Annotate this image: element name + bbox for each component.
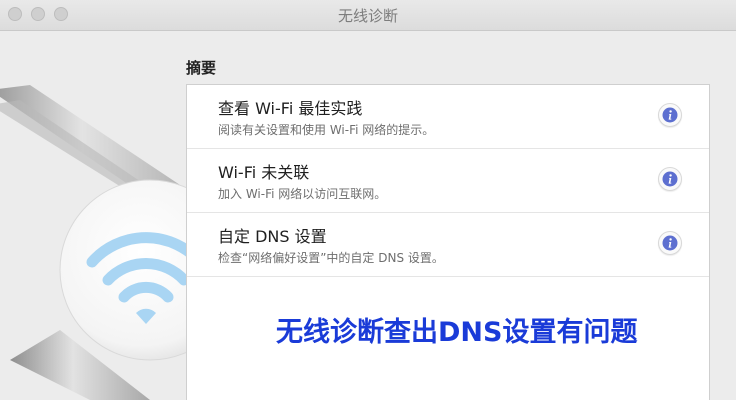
summary-heading: 摘要	[186, 59, 217, 77]
wireless-diagnostics-window: 无线诊断 摘要 查看 Wi-Fi 最佳实践 阅读有关设置和使用 Wi-Fi 网络…	[0, 0, 736, 400]
info-icon	[662, 171, 678, 187]
title-bar: 无线诊断	[0, 0, 736, 31]
wireless-diagnostics-illustration	[0, 30, 241, 400]
info-button[interactable]	[658, 103, 682, 127]
caption-overlay: 无线诊断查出DNS设置有问题	[276, 317, 638, 348]
list-item-description: 阅读有关设置和使用 Wi-Fi 网络的提示。	[218, 123, 435, 137]
window-title: 无线诊断	[337, 7, 398, 25]
info-button[interactable]	[658, 231, 682, 255]
info-icon	[662, 235, 678, 251]
list-item-title: 自定 DNS 设置	[218, 227, 327, 246]
list-item-wifi-best-practices[interactable]: 查看 Wi-Fi 最佳实践 阅读有关设置和使用 Wi-Fi 网络的提示。	[187, 85, 709, 149]
list-item-custom-dns[interactable]: 自定 DNS 设置 检查“网络偏好设置”中的自定 DNS 设置。	[187, 213, 709, 277]
wifi-icon	[0, 85, 241, 400]
list-item-wifi-not-associated[interactable]: Wi-Fi 未关联 加入 Wi-Fi 网络以访问互联网。	[187, 149, 709, 213]
list-item-description: 检查“网络偏好设置”中的自定 DNS 设置。	[218, 251, 444, 265]
list-item-title: 查看 Wi-Fi 最佳实践	[218, 99, 363, 118]
info-icon	[662, 107, 678, 123]
info-button[interactable]	[658, 167, 682, 191]
list-item-description: 加入 Wi-Fi 网络以访问互联网。	[218, 187, 387, 201]
summary-list: 查看 Wi-Fi 最佳实践 阅读有关设置和使用 Wi-Fi 网络的提示。 Wi-…	[186, 84, 710, 400]
list-item-title: Wi-Fi 未关联	[218, 163, 310, 182]
